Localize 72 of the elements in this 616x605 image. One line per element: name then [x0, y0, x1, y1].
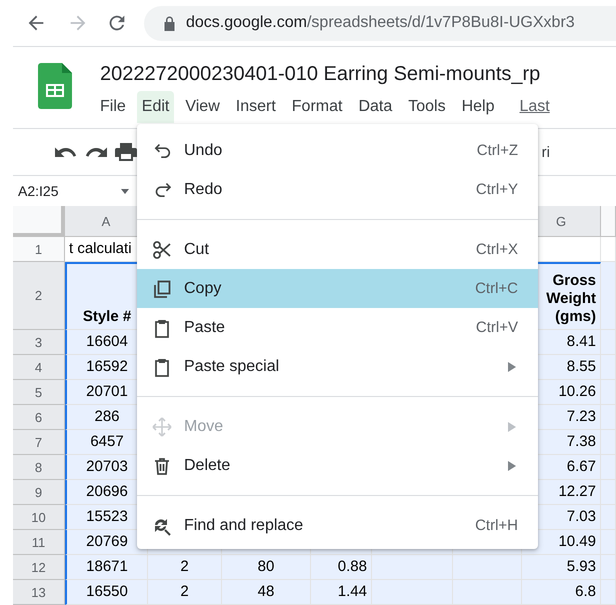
shortcut-text: Ctrl+Z: [476, 142, 518, 159]
shortcut-text: Ctrl+X: [476, 241, 518, 258]
shortcut-text: Ctrl+C: [475, 280, 518, 297]
table-cell: [601, 555, 616, 580]
row-header[interactable]: 7: [13, 430, 65, 455]
name-box[interactable]: A2:I25: [13, 178, 133, 204]
copy-icon: [152, 278, 172, 298]
url-text: docs.google.com/spreadsheets/d/1v7P8Bu8I-UGXxbr3: [186, 14, 575, 32]
row-header[interactable]: 11: [13, 530, 65, 555]
lock-icon: [163, 15, 176, 31]
row-header[interactable]: 2: [13, 262, 65, 330]
table-cell: [601, 480, 616, 505]
menu-item[interactable]: Copy Ctrl+C: [137, 269, 538, 308]
row-header[interactable]: 1: [13, 237, 65, 262]
table-cell: [601, 530, 616, 555]
row-header[interactable]: 4: [13, 355, 65, 380]
row-header[interactable]: 8: [13, 455, 65, 480]
menu-tab[interactable]: Edit: [136, 91, 174, 123]
table-cell: [601, 380, 616, 405]
print-icon[interactable]: [115, 143, 137, 161]
shortcut-text: Ctrl+H: [475, 517, 518, 534]
row-header[interactable]: 3: [13, 330, 65, 355]
row-header[interactable]: 12: [13, 555, 65, 580]
trash-icon: [152, 456, 172, 476]
submenu-arrow-icon: [508, 460, 516, 470]
table-cell: [601, 405, 616, 430]
table-cell: 1.44: [311, 580, 372, 605]
table-cell: 18671: [65, 555, 148, 580]
move-arrows-icon: [152, 416, 172, 436]
clipboard-icon: [152, 318, 172, 338]
table-cell: 80: [222, 555, 311, 580]
menu-tab[interactable]: Format: [286, 91, 348, 123]
table-cell: [601, 580, 616, 605]
corner-cell[interactable]: [13, 206, 65, 237]
row-header[interactable]: 13: [13, 580, 65, 605]
table-cell: [601, 430, 616, 455]
scissors-icon: [152, 240, 172, 260]
row-header[interactable]: 9: [13, 480, 65, 505]
menu-tab[interactable]: View: [180, 91, 225, 123]
menu-tab[interactable]: Help: [456, 91, 500, 123]
last-edit-link[interactable]: Last: [506, 91, 550, 123]
table-cell: [601, 262, 616, 330]
shortcut-text: Ctrl+V: [476, 319, 518, 336]
menu-item[interactable]: Undo Ctrl+Z: [137, 131, 538, 170]
menu-item[interactable]: Redo Ctrl+Y: [137, 170, 538, 209]
submenu-arrow-icon: [508, 422, 516, 432]
table-cell: [601, 455, 616, 480]
row-header[interactable]: 6: [13, 405, 65, 430]
spreadsheet-logo-icon[interactable]: [38, 63, 72, 109]
table-cell: 48: [222, 580, 311, 605]
table-cell: [601, 330, 616, 355]
row-header[interactable]: 10: [13, 505, 65, 530]
table-cell: 5.93: [522, 555, 601, 580]
clipboard-icon: [152, 356, 172, 376]
table-cell: 0.88: [311, 555, 372, 580]
address-bar[interactable]: docs.google.com/spreadsheets/d/1v7P8Bu8I-UGXxbr3: [144, 6, 616, 40]
caret-icon: [121, 188, 129, 194]
shortcut-text: Ctrl+Y: [476, 181, 518, 198]
submenu-arrow-icon: [508, 362, 516, 372]
menu-tab[interactable]: Tools: [403, 91, 451, 123]
document-title[interactable]: 2022272000230401-010 Earring Semi-mounts_rp: [100, 61, 550, 87]
table-cell: [601, 355, 616, 380]
menu-tab[interactable]: Insert: [230, 91, 281, 123]
font-name-text[interactable]: ri: [542, 144, 550, 160]
table-cell: [601, 505, 616, 530]
row-header[interactable]: 5: [13, 380, 65, 405]
table-cell: 6.8: [522, 580, 601, 605]
table-cell: 2: [148, 555, 222, 580]
menu-tab[interactable]: File: [95, 91, 131, 123]
table-cell: 16550: [65, 580, 148, 605]
menu-tab[interactable]: Data: [353, 91, 398, 123]
table-cell: 2: [148, 580, 222, 605]
